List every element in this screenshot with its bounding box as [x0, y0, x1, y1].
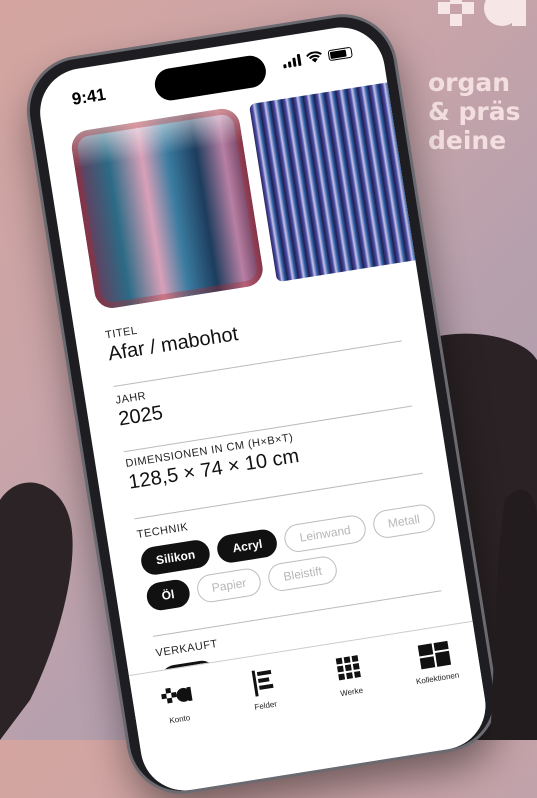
technique-chips: Silikon Acryl Leinwand Metall Öl Papier … [139, 502, 443, 613]
tab-werke[interactable]: Werke [311, 649, 387, 702]
phone-screen: 9:41 TITEL Afar / mabohot JAHR 2025 DIME… [33, 21, 492, 797]
chip-acryl[interactable]: Acryl [215, 527, 280, 565]
status-icons [282, 46, 353, 69]
tagline-line-1: organ [428, 68, 511, 97]
fields-icon [251, 669, 274, 697]
tab-felder-label: Felder [253, 699, 278, 712]
battery-icon [327, 46, 353, 61]
tagline: organ & präs deine [428, 68, 537, 155]
signal-icon [282, 53, 302, 69]
tab-felder[interactable]: Felder [225, 662, 301, 715]
chip-papier[interactable]: Papier [194, 566, 264, 605]
chip-metall[interactable]: Metall [371, 502, 437, 540]
chip-oel[interactable]: Öl [144, 577, 192, 613]
artwork-image-1[interactable] [69, 106, 266, 311]
chip-bleistift[interactable]: Bleistift [266, 554, 339, 593]
tab-konto-label: Konto [168, 713, 191, 726]
tab-kollektionen-label: Kollektionen [415, 670, 460, 687]
tab-kollektionen[interactable]: Kollektionen [397, 635, 473, 688]
brand-logo-icon [438, 0, 526, 26]
collections-icon [417, 641, 451, 670]
dynamic-island [152, 53, 269, 103]
tagline-line-3: deine [428, 126, 507, 155]
chip-silikon[interactable]: Silikon [139, 538, 213, 577]
status-time: 9:41 [70, 84, 108, 109]
chip-leinwand[interactable]: Leinwand [282, 513, 368, 554]
grid-icon [335, 655, 361, 681]
tab-konto[interactable]: Konto [139, 676, 215, 729]
wifi-icon [306, 51, 322, 63]
tagline-line-2: & präs [428, 97, 521, 126]
tab-werke-label: Werke [339, 685, 364, 699]
plus-a-logo-icon [160, 686, 193, 704]
